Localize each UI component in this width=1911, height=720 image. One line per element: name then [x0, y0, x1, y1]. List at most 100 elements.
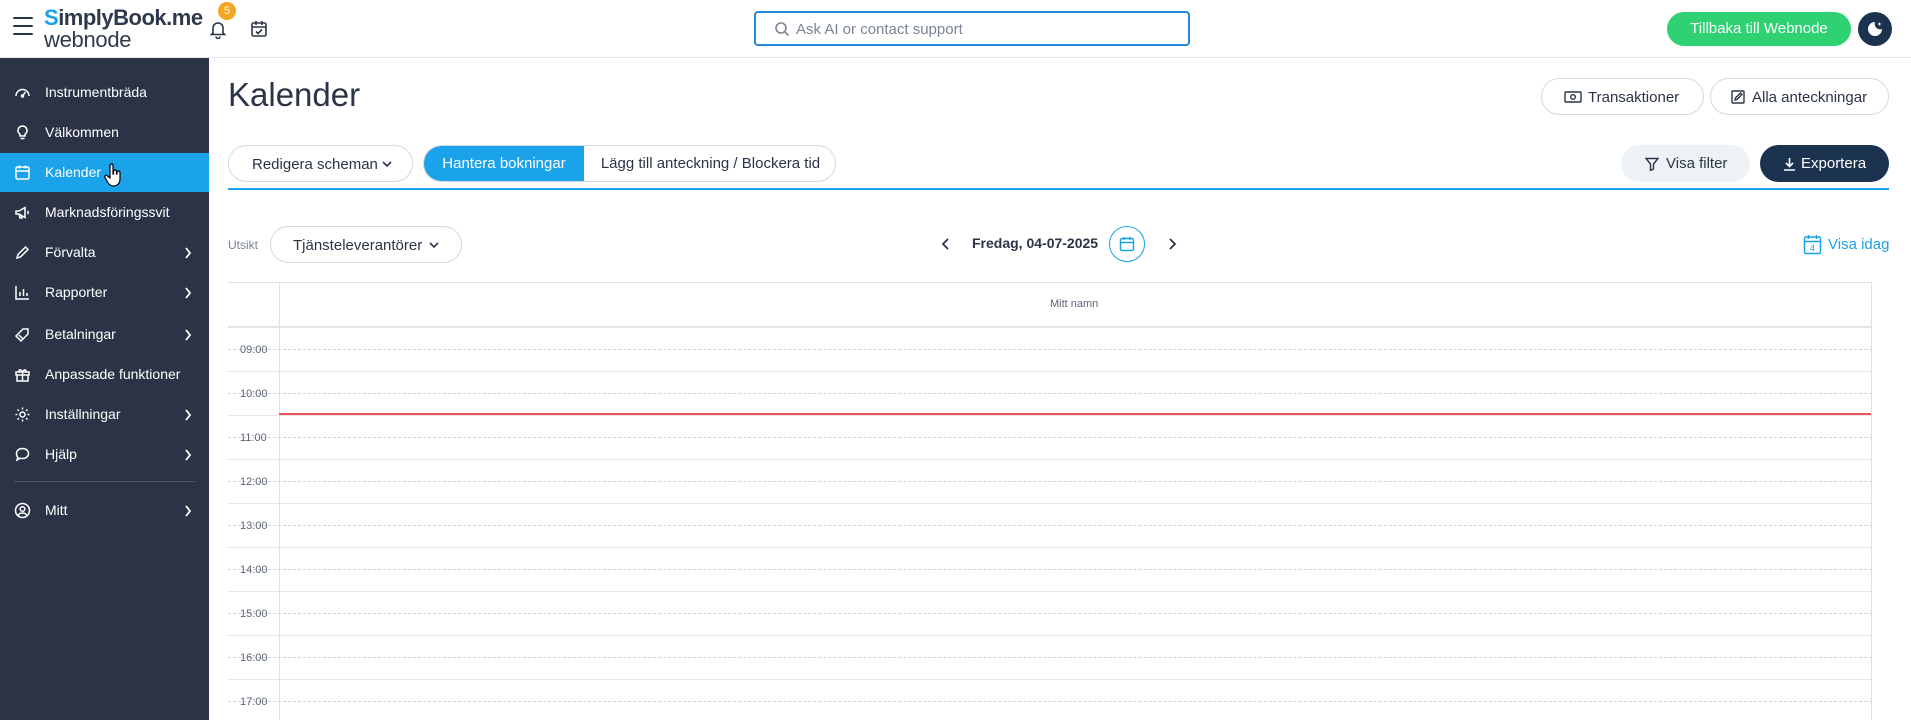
user-circle-icon	[14, 502, 31, 519]
current-date: Fredag, 04-07-2025	[972, 235, 1099, 251]
hour-label: 12:00	[240, 476, 268, 488]
notification-badge: 5	[218, 2, 236, 20]
show-filter-button[interactable]: Visa filter	[1621, 145, 1750, 182]
sidebar-item-label: Välkommen	[45, 124, 119, 140]
sidebar-divider	[14, 481, 195, 482]
calendar-icon	[1119, 237, 1135, 252]
hour-label: 17:00	[240, 696, 268, 708]
hour-row[interactable]: 12:00	[228, 459, 1872, 503]
hour-row[interactable]: 15:00	[228, 591, 1872, 635]
sidebar-item-manage[interactable]: Förvalta	[0, 233, 209, 272]
grid-right-border	[1871, 283, 1872, 720]
sidebar-item-help[interactable]: Hjälp	[0, 435, 209, 474]
logo[interactable]: SimplyBook.me webnode	[44, 7, 203, 52]
view-label: Utsikt	[228, 238, 258, 252]
sidebar-item-label: Betalningar	[45, 326, 116, 342]
bar-chart-icon	[15, 286, 29, 300]
show-filter-label: Visa filter	[1666, 155, 1728, 172]
sidebar-item-label: Instrumentbräda	[45, 84, 147, 100]
sidebar-item-label: Kalender	[45, 164, 102, 180]
tab-add-note-block-time[interactable]: Lägg till anteckning / Blockera tid	[584, 146, 835, 181]
hour-label: 09:00	[240, 344, 268, 356]
calendar-grid-header: Mitt namn	[228, 283, 1872, 327]
hour-row[interactable]: 11:00	[228, 415, 1872, 459]
all-notes-button[interactable]: Alla anteckningar	[1710, 78, 1889, 115]
view-selected-value: Tjänsteleverantörer	[293, 237, 423, 254]
lightbulb-icon	[17, 125, 28, 140]
hour-label: 10:00	[240, 388, 268, 400]
hour-row[interactable]: 09:00	[228, 327, 1872, 371]
theme-toggle-button[interactable]	[1858, 12, 1892, 46]
page-title: Kalender	[228, 76, 361, 113]
gift-icon	[15, 369, 30, 382]
sidebar-item-label: Inställningar	[45, 406, 121, 422]
calendar-icon	[15, 165, 30, 180]
hour-row[interactable]: 17:00	[228, 679, 1872, 720]
sidebar-item-label: Rapporter	[45, 284, 108, 300]
next-day-button[interactable]	[1164, 236, 1180, 252]
hour-label: 15:00	[240, 608, 268, 620]
date-picker-button[interactable]	[1109, 226, 1145, 262]
chevron-right-icon	[185, 329, 192, 341]
chevron-right-icon	[185, 247, 192, 259]
sidebar-item-settings[interactable]: Inställningar	[0, 395, 209, 434]
hour-row[interactable]: 14:00	[228, 547, 1872, 591]
view-select[interactable]: Tjänsteleverantörer	[270, 226, 462, 263]
sidebar-item-label: Marknadsföringssvit	[45, 204, 170, 220]
sidebar-item-reports[interactable]: Rapporter	[0, 273, 209, 312]
megaphone-icon	[15, 206, 29, 219]
chat-bubble-icon	[15, 447, 30, 462]
hour-label: 11:00	[240, 432, 267, 444]
note-edit-icon	[1731, 90, 1745, 104]
calendar-grid: Mitt namn 09:00 10:00 11:00 12:00 13:00 …	[228, 282, 1872, 720]
previous-day-button[interactable]	[938, 236, 954, 252]
sidebar-item-account[interactable]: Mitt	[0, 491, 209, 530]
edit-schedules-label: Redigera scheman	[252, 156, 378, 173]
sidebar: Instrumentbräda Välkommen Kalender Markn…	[0, 58, 209, 720]
bookings-segmented-control: Hantera bokningar Lägg till anteckning /…	[423, 145, 836, 182]
chevron-right-icon	[185, 505, 192, 517]
dashboard-icon	[15, 88, 30, 98]
hour-row[interactable]: 13:00	[228, 503, 1872, 547]
search-input[interactable]	[796, 17, 1176, 41]
logo-subtext: webnode	[44, 27, 132, 52]
today-day-number: 4	[1810, 243, 1815, 253]
export-button[interactable]: Exportera	[1760, 145, 1889, 182]
menu-toggle-icon[interactable]	[13, 17, 33, 35]
download-icon	[1784, 158, 1795, 171]
sidebar-item-label: Hjälp	[45, 446, 77, 462]
back-to-webnode-button[interactable]: Tillbaka till Webnode	[1667, 12, 1851, 46]
money-icon	[1564, 91, 1582, 103]
current-time-indicator	[279, 413, 1871, 415]
sidebar-item-custom-features[interactable]: Anpassade funktioner	[0, 355, 209, 394]
calendar-today-icon: 4	[1803, 235, 1822, 255]
transactions-button[interactable]: Transaktioner	[1541, 78, 1704, 115]
show-today-label: Visa idag	[1828, 236, 1890, 253]
sidebar-item-dashboard[interactable]: Instrumentbräda	[0, 73, 209, 112]
chevron-right-icon	[185, 287, 192, 299]
edit-schedules-dropdown[interactable]: Redigera scheman	[228, 145, 413, 182]
tab-manage-bookings[interactable]: Hantera bokningar	[424, 146, 584, 181]
calendar-check-icon[interactable]	[249, 19, 269, 39]
hand-pointer-icon	[104, 163, 121, 187]
chevron-down-icon	[382, 161, 392, 168]
toolbar-underline	[228, 188, 1889, 190]
moon-icon	[1868, 22, 1882, 36]
sidebar-item-payments[interactable]: Betalningar	[0, 315, 209, 354]
gear-icon	[15, 407, 30, 422]
sidebar-item-welcome[interactable]: Välkommen	[0, 113, 209, 152]
bell-icon[interactable]	[208, 19, 228, 39]
filter-icon	[1645, 157, 1659, 171]
tag-icon	[14, 328, 29, 343]
export-label: Exportera	[1801, 155, 1867, 172]
search-icon	[775, 22, 790, 37]
hour-row[interactable]: 10:00	[228, 371, 1872, 415]
chevron-right-icon	[185, 409, 192, 421]
sidebar-item-marketing[interactable]: Marknadsföringssvit	[0, 193, 209, 232]
all-notes-label: Alla anteckningar	[1752, 89, 1868, 106]
search-box[interactable]	[754, 11, 1190, 46]
chevron-right-icon	[185, 449, 192, 461]
hour-row[interactable]: 16:00	[228, 635, 1872, 679]
sidebar-item-label: Anpassade funktioner	[45, 366, 181, 382]
time-column-divider	[279, 283, 280, 720]
